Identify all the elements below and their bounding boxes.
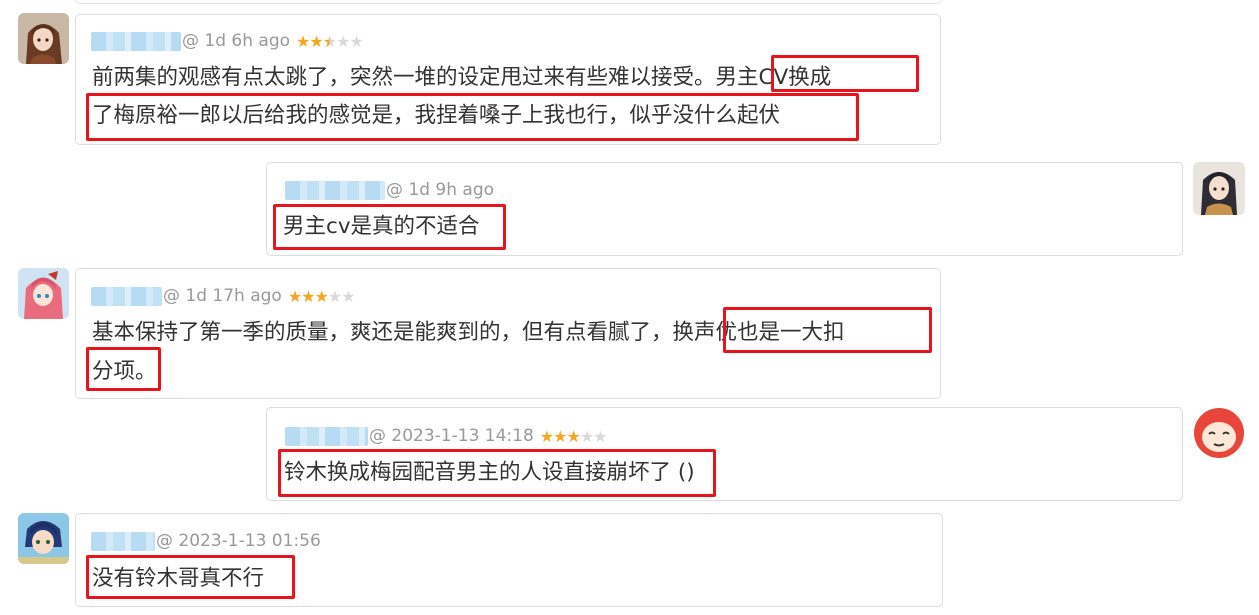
previous-comment-card-edge [75, 0, 942, 4]
comment-1-text-line-1: 前两集的观感有点太跳了，突然一堆的设定甩过来有些难以接受。男主CV换成 [92, 63, 831, 93]
comment-3-meta: @ 1d 17h ago ★ ★ ★ ★ ★ [91, 286, 356, 306]
comment-2-avatar[interactable] [1193, 162, 1245, 215]
comment-4-timestamp: @ 2023-1-13 14:18 [369, 426, 534, 446]
comment-3-highlight-box-b [86, 347, 161, 391]
comment-4-avatar[interactable] [1193, 406, 1246, 461]
comment-3-highlight-box-a [723, 307, 932, 353]
comment-5-meta: @ 2023-1-13 01:56 [91, 531, 321, 551]
comment-1-highlight-box-b [86, 93, 859, 141]
red-cartoon-face-avatar-icon [1193, 406, 1246, 461]
comment-1-username-blurred[interactable] [91, 31, 181, 51]
comment-3-avatar[interactable] [18, 268, 69, 319]
anime-boy-blue-hair-avatar-icon [18, 513, 69, 564]
comment-2-meta: @ 1d 9h ago [285, 180, 494, 200]
comment-1-text-plain: 前两集的观感有点太跳了，突然一堆的设定甩过来有些难以接受。 [92, 65, 716, 90]
anime-girl-brown-hair-avatar-icon [18, 13, 69, 64]
comment-4-meta: @ 2023-1-13 14:18 ★ ★ ★ ★ ★ [285, 426, 608, 446]
anime-girl-dark-hair-avatar-icon [1193, 162, 1245, 215]
comment-3-timestamp: @ 1d 17h ago [163, 286, 282, 306]
anime-girl-pink-hair-avatar-icon [18, 268, 69, 319]
comment-2-timestamp: @ 1d 9h ago [386, 180, 495, 200]
comment-5-highlight-box [86, 555, 295, 599]
comment-3-username-blurred[interactable] [91, 286, 162, 306]
comment-3-rating-stars: ★ ★ ★ ★ ★ [287, 286, 356, 306]
comment-4-username-blurred[interactable] [285, 426, 368, 446]
comment-1-meta: @ 1d 6h ago ★ ★ ★ ★ ★ [91, 31, 364, 51]
comment-5-avatar[interactable] [18, 513, 69, 564]
comment-2-username-blurred[interactable] [285, 180, 385, 200]
comment-1-highlight-box-a [771, 55, 919, 92]
comment-1-avatar[interactable] [18, 13, 69, 64]
comment-2-highlight-box [273, 204, 506, 250]
comment-4-rating-stars: ★ ★ ★ ★ ★ [539, 426, 608, 446]
comment-4-highlight-box [278, 449, 716, 497]
comment-3-text-plain: 基本保持了第一季的质量，爽还是能爽到的，但有点看腻了， [92, 320, 673, 345]
comment-1-rating-stars: ★ ★ ★ ★ ★ [296, 31, 364, 51]
comment-5-timestamp: @ 2023-1-13 01:56 [156, 531, 321, 551]
comment-1-timestamp: @ 1d 6h ago [182, 31, 291, 51]
comment-5-username-blurred[interactable] [91, 531, 155, 551]
